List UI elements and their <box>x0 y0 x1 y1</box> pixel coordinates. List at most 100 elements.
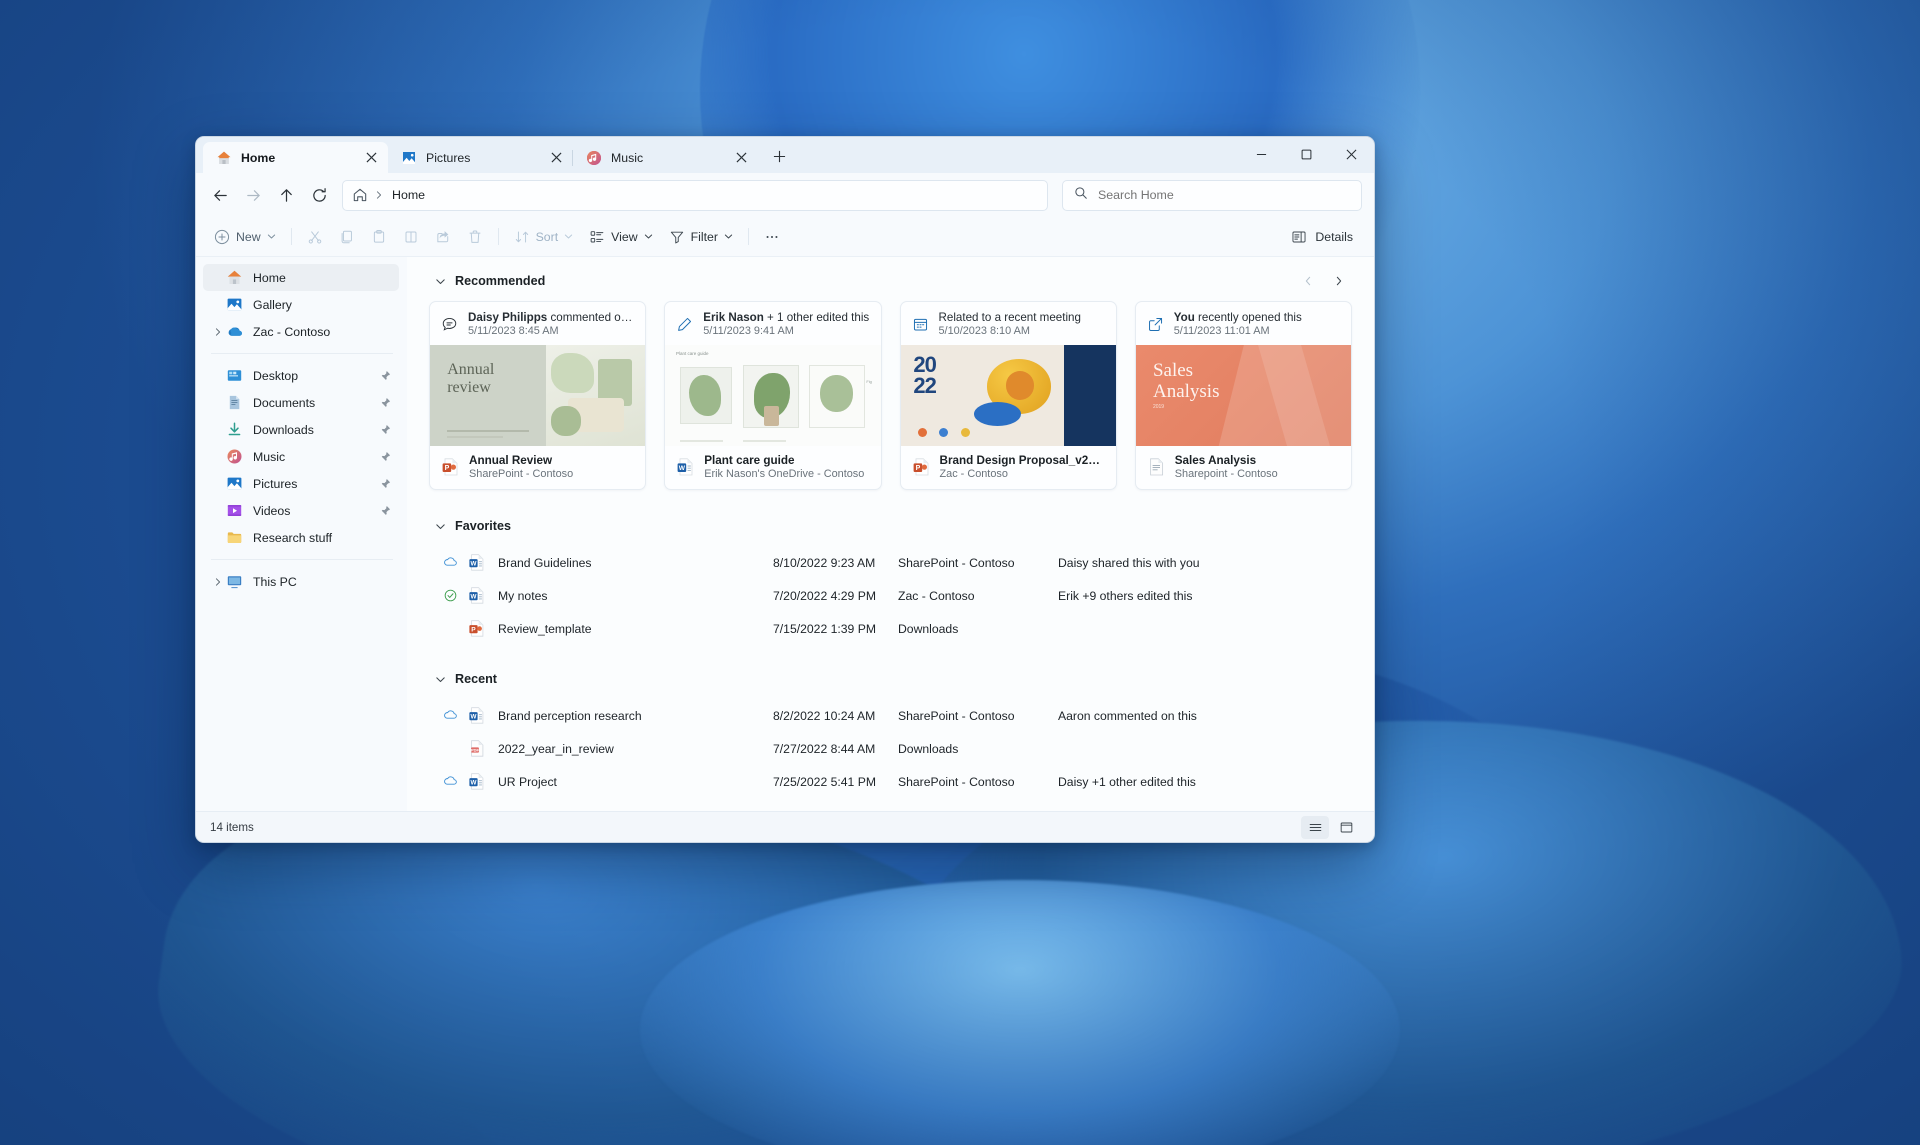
section-header-recent[interactable]: Recent <box>429 665 1352 693</box>
up-button[interactable] <box>270 179 303 212</box>
table-row[interactable]: W Brand perception research 8/2/2022 10:… <box>429 699 1352 732</box>
arrow-up-icon <box>281 188 292 202</box>
pin-icon[interactable] <box>380 424 391 435</box>
sort-icon <box>515 231 528 242</box>
tab-music[interactable]: Music <box>573 142 758 173</box>
close-icon[interactable] <box>544 146 568 170</box>
sidebar-item-downloads[interactable]: Downloads <box>203 416 399 443</box>
home-outline-icon[interactable] <box>352 187 368 203</box>
new-button[interactable]: New <box>206 222 284 252</box>
table-row[interactable]: W UR Project 7/25/2022 5:41 PM SharePoin… <box>429 765 1352 798</box>
table-row[interactable]: W Brand Guidelines 8/10/2022 9:23 AM Sha… <box>429 546 1352 579</box>
home-icon <box>216 150 232 166</box>
table-row[interactable]: W My notes 7/20/2022 4:29 PM Zac - Conto… <box>429 579 1352 612</box>
address-bar[interactable]: Home <box>342 179 1048 211</box>
file-date: 8/2/2022 10:24 AM <box>773 708 876 723</box>
card-activity-text: Related to a recent meeting <box>939 311 1081 324</box>
card-activity-text: You recently opened this <box>1174 311 1302 324</box>
close-button[interactable] <box>1329 137 1374 171</box>
sidebar-item-music[interactable]: Music <box>203 443 399 470</box>
explorer-body: Home Gallery Zac - Contoso Desktop Docum… <box>196 257 1374 811</box>
sidebar-item-desktop[interactable]: Desktop <box>203 362 399 389</box>
close-icon[interactable] <box>359 146 383 170</box>
sidebar-item-pictures[interactable]: Pictures <box>203 470 399 497</box>
carousel-next-button[interactable] <box>1325 268 1352 295</box>
sidebar-item-this-pc[interactable]: This PC <box>203 568 399 595</box>
delete-button[interactable] <box>459 222 491 252</box>
file-location: Zac - Contoso <box>898 588 975 603</box>
chevron-down-icon[interactable] <box>429 674 451 685</box>
card-action: Related to a recent meeting <box>938 311 1081 324</box>
section-title: Recent <box>455 672 497 686</box>
recommended-card[interactable]: Erik Nason + 1 other edited this 5/11/20… <box>664 301 882 490</box>
filter-button[interactable]: Filter <box>661 222 741 252</box>
sidebar-item-documents[interactable]: Documents <box>203 389 399 416</box>
thispc-icon <box>226 573 243 590</box>
synced-status-icon <box>443 588 463 603</box>
recommended-card[interactable]: Daisy Philipps commented on... 5/11/2023… <box>429 301 647 490</box>
maximize-button[interactable] <box>1284 137 1329 171</box>
pin-icon[interactable] <box>380 370 391 381</box>
search-input[interactable] <box>1098 188 1350 202</box>
pin-icon[interactable] <box>380 505 391 516</box>
details-view-button[interactable] <box>1301 815 1329 839</box>
chevron-down-icon[interactable] <box>564 232 573 241</box>
section-header-favorites[interactable]: Favorites <box>429 512 1352 540</box>
chevron-down-icon[interactable] <box>267 232 276 241</box>
chevron-down-icon[interactable] <box>429 276 451 287</box>
breadcrumb[interactable]: Home <box>392 188 425 202</box>
pin-icon[interactable] <box>380 478 391 489</box>
card-action: commented on... <box>547 311 636 324</box>
chevron-down-icon[interactable] <box>644 232 653 241</box>
chevron-left-icon <box>1305 276 1310 286</box>
rename-button[interactable] <box>395 222 427 252</box>
sidebar-item-videos[interactable]: Videos <box>203 497 399 524</box>
chevron-down-icon[interactable] <box>429 521 451 532</box>
sidebar-item-zac-contoso[interactable]: Zac - Contoso <box>203 318 399 345</box>
back-button[interactable] <box>204 179 237 212</box>
downloads-icon <box>226 421 243 438</box>
card-file: P Annual Review SharePoint - Contoso <box>430 446 645 489</box>
refresh-button[interactable] <box>303 179 336 212</box>
new-tab-button[interactable] <box>764 141 794 171</box>
close-icon[interactable] <box>729 146 753 170</box>
details-pane-button[interactable]: Details <box>1282 222 1362 252</box>
sidebar-item-label: Videos <box>253 503 291 518</box>
copy-button[interactable] <box>331 222 363 252</box>
card-file-location: Zac - Contoso <box>939 468 1008 480</box>
share-button[interactable] <box>427 222 459 252</box>
file-activity: Daisy +1 other edited this <box>1058 774 1196 789</box>
chevron-right-icon[interactable] <box>209 327 226 336</box>
chevron-right-icon[interactable] <box>375 191 383 199</box>
large-icons-view-button[interactable] <box>1332 816 1360 839</box>
cloud-status-icon <box>443 555 463 570</box>
sidebar-item-research-stuff[interactable]: Research stuff <box>203 524 399 551</box>
title-bar: Home Pictures Music <box>196 137 1374 173</box>
file-name: 2022_year_in_review <box>498 741 614 756</box>
music-icon <box>586 150 602 166</box>
pin-icon[interactable] <box>380 451 391 462</box>
chevron-right-icon[interactable] <box>209 577 226 586</box>
word-icon: W <box>675 457 695 477</box>
cut-button[interactable] <box>299 222 331 252</box>
recommended-card[interactable]: Related to a recent meeting 5/10/2023 8:… <box>899 301 1117 490</box>
card-file: Sales Analysis Sharepoint - Contoso <box>1136 446 1351 489</box>
minimize-button[interactable] <box>1239 137 1284 171</box>
sort-button[interactable]: Sort <box>506 222 582 252</box>
view-button[interactable]: View <box>581 222 660 252</box>
sidebar-item-gallery[interactable]: Gallery <box>203 291 399 318</box>
sidebar-item-home[interactable]: Home <box>203 264 399 291</box>
card-file-name: Sales Analysis <box>1174 454 1257 467</box>
tab-home[interactable]: Home <box>203 142 388 173</box>
chevron-down-icon[interactable] <box>724 232 733 241</box>
paste-button[interactable] <box>363 222 395 252</box>
table-row[interactable]: P Review_template 7/15/2022 1:39 PM Down… <box>429 612 1352 645</box>
tab-pictures[interactable]: Pictures <box>388 142 573 173</box>
pin-icon[interactable] <box>380 397 391 408</box>
plus-icon <box>773 150 785 162</box>
section-header-recommended[interactable]: Recommended <box>429 267 1352 295</box>
table-row[interactable]: PDF 2022_year_in_review 7/27/2022 8:44 A… <box>429 732 1352 765</box>
search-box[interactable] <box>1062 179 1362 211</box>
recommended-card[interactable]: You recently opened this 5/11/2023 11:01… <box>1134 301 1352 490</box>
more-options-button[interactable] <box>756 222 788 252</box>
